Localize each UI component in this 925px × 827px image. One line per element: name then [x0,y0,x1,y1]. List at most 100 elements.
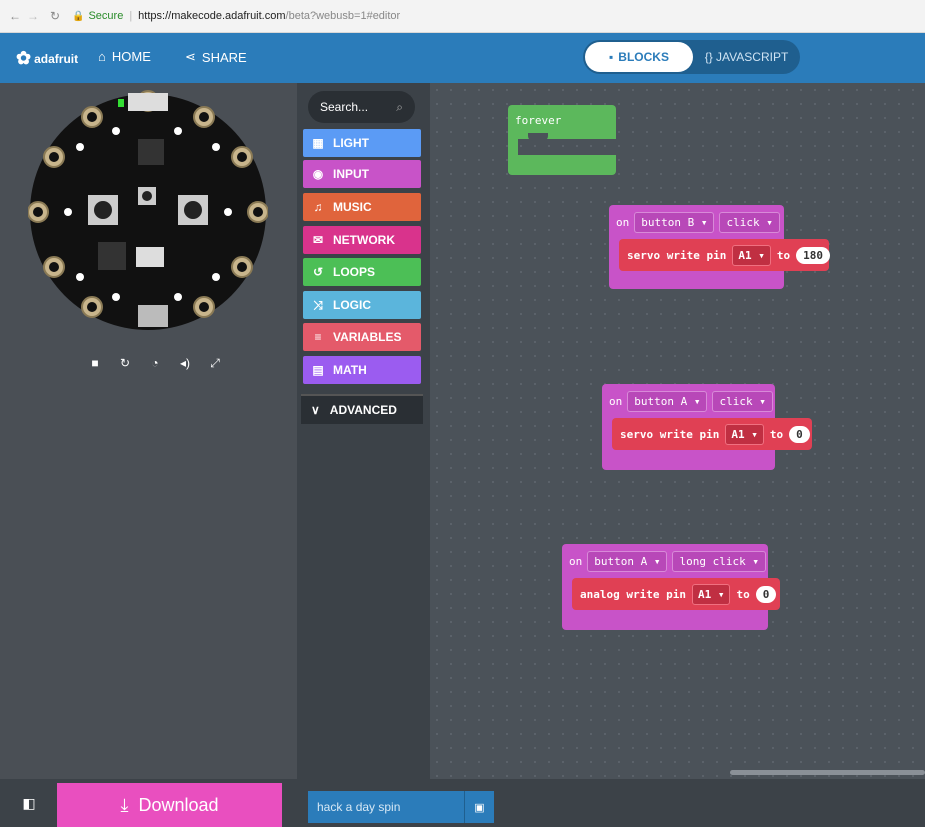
share-button[interactable]: ⋖ SHARE [185,49,247,65]
secure-label: Secure [88,10,124,22]
category-label: MATH [333,363,367,377]
toolbox: Search... ⌕ ▦ LIGHT ◉ INPUT ♫ MUSIC ✉ NE… [297,83,430,779]
on-label: on [569,554,583,568]
url-host[interactable]: https://makecode.adafruit.com [138,10,285,22]
lock-icon: 🔒 [72,10,85,22]
loop-icon: ↺ [312,265,324,279]
event-header: on button A ▾ long click ▾ [562,544,766,578]
category-music[interactable]: ♫ MUSIC [303,193,421,221]
button-dropdown[interactable]: button A ▾ [627,390,708,412]
category-variables[interactable]: ≡ VARIABLES [303,323,421,351]
on-button-a-click-block[interactable]: on button A ▾ click ▾ servo write pin A1… [602,384,812,470]
reload-icon[interactable]: ↻ [48,9,62,23]
search-placeholder: Search... [320,100,369,114]
category-input[interactable]: ◉ INPUT [303,160,421,188]
blocks-label: BLOCKS [618,50,669,64]
adafruit-star-icon: ✿ [16,48,32,68]
workspace-scrollbar[interactable] [730,770,925,775]
pin-dropdown[interactable]: A1 ▾ [691,583,731,605]
app-header: ✿ adafruit ⌂ HOME ⋖ SHARE ▪ BLOCKS {} JA… [0,33,925,83]
forever-block-notch [528,133,548,141]
button-dropdown[interactable]: button B ▾ [634,211,715,233]
chat-icon: ✉ [312,233,324,247]
action-dropdown[interactable]: click ▾ [719,211,780,233]
home-icon: ⌂ [98,49,106,64]
forward-arrow-icon[interactable]: → [26,9,40,23]
javascript-tab[interactable]: {} JAVASCRIPT [695,42,798,72]
adafruit-logo[interactable]: ✿ adafruit [16,48,78,69]
on-label: on [609,394,623,408]
servo-write-label: servo write pin [620,427,720,441]
url-path[interactable]: /beta?webusb=1#editor [286,10,401,22]
on-button-b-click-block[interactable]: on button B ▾ click ▾ servo write pin A1… [609,205,830,289]
to-label: to [776,248,791,262]
headphones-icon: ♫ [313,200,323,214]
editor-footer: ◧ ⤓ Download ▣ [0,779,925,827]
action-dropdown[interactable]: long click ▾ [672,550,766,572]
forever-block-foot [508,155,616,175]
action-dropdown[interactable]: click ▾ [712,390,773,412]
event-header: on button B ▾ click ▾ [609,205,780,239]
browser-url-bar: ← → ↻ 🔒 Secure | https://makecode.adafru… [0,0,925,33]
simulator-panel: ■ ↻ ◔ ◂) ⤢ [0,83,297,779]
share-label: SHARE [201,49,247,65]
home-label: HOME [111,49,151,64]
target-icon: ◉ [312,167,324,181]
category-light[interactable]: ▦ LIGHT [303,129,421,157]
category-label: LOOPS [333,265,376,279]
servo-write-block[interactable]: servo write pin A1 ▾ to 0 [612,418,812,450]
url-separator: | [129,10,133,22]
toolbox-search-input[interactable]: Search... ⌕ [308,91,415,123]
category-label: LOGIC [333,298,371,312]
restart-icon[interactable]: ↻ [115,352,135,374]
search-icon: ⌕ [396,100,403,114]
category-loops[interactable]: ↺ LOOPS [303,258,421,286]
advanced-label: ADVANCED [329,403,397,417]
category-label: VARIABLES [333,330,402,344]
servo-write-block[interactable]: servo write pin A1 ▾ to 180 [619,239,830,271]
value-field[interactable]: 0 [789,425,810,443]
save-icon[interactable]: ▣ [464,791,494,823]
category-network[interactable]: ✉ NETWORK [303,226,421,254]
list-icon: ≡ [314,330,322,344]
blocks-tab[interactable]: ▪ BLOCKS [585,42,693,72]
chevron-down-icon: ∨ [311,403,320,417]
forever-block[interactable]: forever [508,105,616,175]
advanced-toggle[interactable]: ∨ ADVANCED [301,394,423,424]
event-header: on button A ▾ click ▾ [602,384,773,418]
value-field[interactable]: 180 [796,246,830,264]
download-label: Download [138,794,219,815]
project-name-input[interactable] [308,791,464,823]
on-button-a-long-click-block[interactable]: on button A ▾ long click ▾ analog write … [562,544,780,630]
simulator-controls: ■ ↻ ◔ ◂) ⤢ [85,349,225,377]
to-label: to [769,427,784,441]
home-button[interactable]: ⌂ HOME [98,49,151,64]
category-math[interactable]: ▤ MATH [303,356,421,384]
analog-write-label: analog write pin [580,587,686,601]
calculator-icon: ▤ [312,363,324,377]
pin-dropdown[interactable]: A1 ▾ [732,244,771,266]
button-dropdown[interactable]: button A ▾ [587,550,668,572]
stop-icon[interactable]: ■ [85,352,105,374]
debug-icon[interactable]: ◔ [145,352,165,374]
mute-icon[interactable]: ◂) [175,352,195,374]
collapse-simulator-icon[interactable]: ◧ [17,791,41,815]
puzzle-icon: ▪ [609,50,614,64]
servo-write-label: servo write pin [627,248,727,262]
analog-write-block[interactable]: analog write pin A1 ▾ to 0 [572,578,780,610]
category-label: MUSIC [333,200,372,214]
pin-dropdown[interactable]: A1 ▾ [725,423,764,445]
grid-icon: ▦ [312,136,324,150]
fullscreen-icon[interactable]: ⤢ [205,352,225,374]
shuffle-icon: ⤨ [313,297,323,312]
back-arrow-icon[interactable]: ← [8,9,22,23]
forever-label: forever [508,105,616,139]
to-label: to [736,587,750,601]
category-logic[interactable]: ⤨ LOGIC [303,291,421,319]
download-button[interactable]: ⤓ Download [57,783,282,827]
value-field[interactable]: 0 [755,585,777,603]
blocks-workspace[interactable]: forever on button B ▾ click ▾ servo writ… [430,83,925,779]
on-label: on [616,215,630,229]
circuit-playground-board[interactable] [28,87,268,337]
category-label: NETWORK [333,233,395,247]
